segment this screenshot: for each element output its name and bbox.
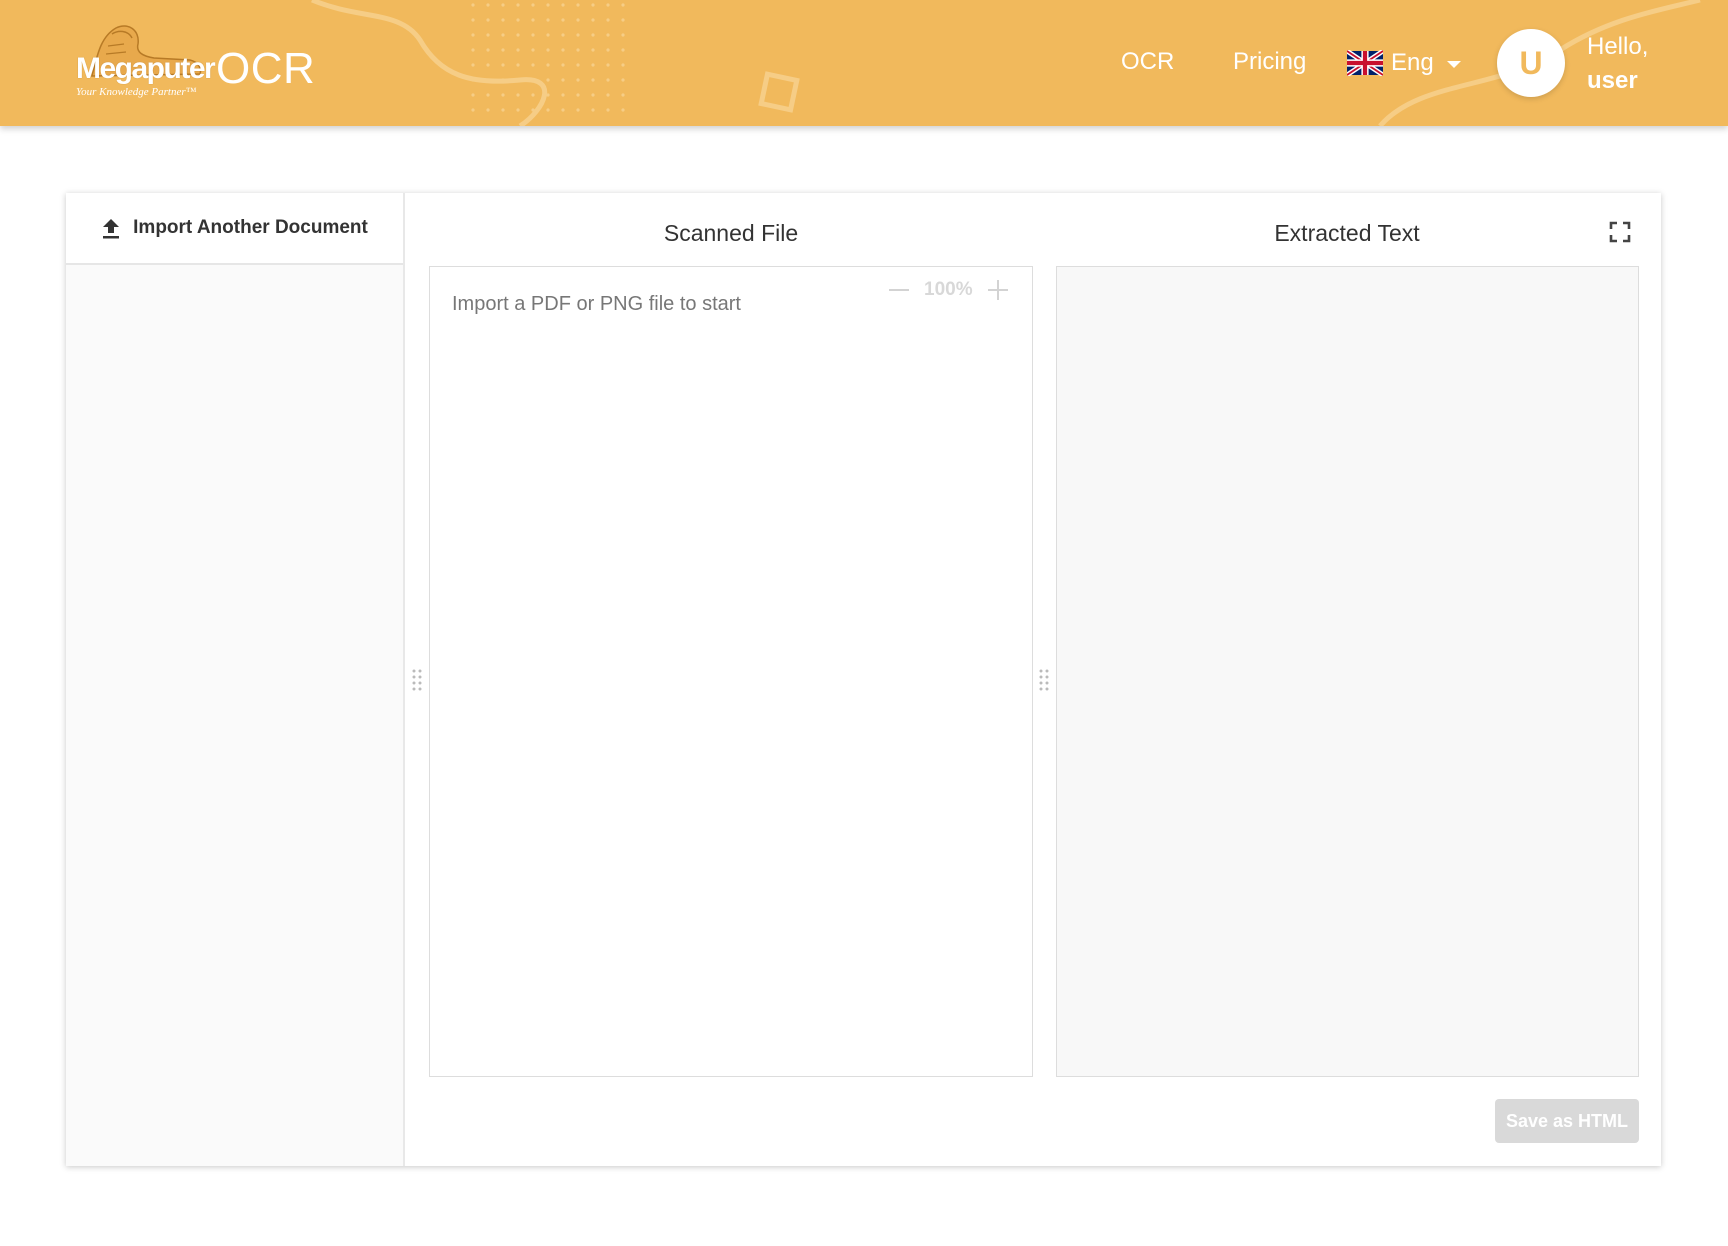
chevron-down-icon [1447,61,1461,68]
scanned-file-title: Scanned File [663,220,799,246]
zoom-in-icon[interactable] [987,279,1009,301]
zoom-control: 100% [888,279,1009,301]
language-selector[interactable]: Eng [1347,46,1461,80]
top-bar: Megaputer Your Knowledge Partner™ OCR OC… [0,0,1728,126]
scan-placeholder-text: Import a PDF or PNG file to start [452,293,741,315]
extracted-text-title: Extracted Text [1274,220,1420,246]
user-greeting[interactable]: Hello, user [1587,30,1648,98]
app-name: OCR [216,44,316,93]
zoom-out-icon[interactable] [888,279,910,301]
import-document-label: Import Another Document [133,217,368,238]
upload-icon [103,219,120,239]
logo-tagline: Your Knowledge Partner™ [76,86,197,98]
document-sidebar: Import Another Document [66,193,405,1166]
nav-link-pricing[interactable]: Pricing [1233,48,1306,76]
scanned-file-panel: Import a PDF or PNG file to start 100% [429,266,1033,1077]
zoom-level: 100% [924,279,973,300]
user-name: user [1587,67,1638,94]
fullscreen-icon[interactable] [1609,221,1631,243]
megaputer-logo[interactable]: Megaputer Your Knowledge Partner™ [72,22,216,102]
logo-wordmark: Megaputer [76,52,216,85]
uk-flag-icon [1347,50,1383,76]
resize-handle-icon[interactable] [1039,669,1049,691]
import-document-button[interactable]: Import Another Document [66,193,403,265]
greeting-text: Hello, [1587,33,1649,60]
resize-handle-icon[interactable] [412,669,422,691]
language-label: Eng [1391,49,1434,76]
ocr-workspace: Import Another Document Scanned File Ext… [66,193,1661,1166]
avatar[interactable]: U [1497,29,1565,97]
save-as-html-button[interactable]: Save as HTML [1495,1099,1639,1143]
extracted-text-panel[interactable] [1056,266,1639,1077]
nav-link-ocr[interactable]: OCR [1121,48,1174,76]
